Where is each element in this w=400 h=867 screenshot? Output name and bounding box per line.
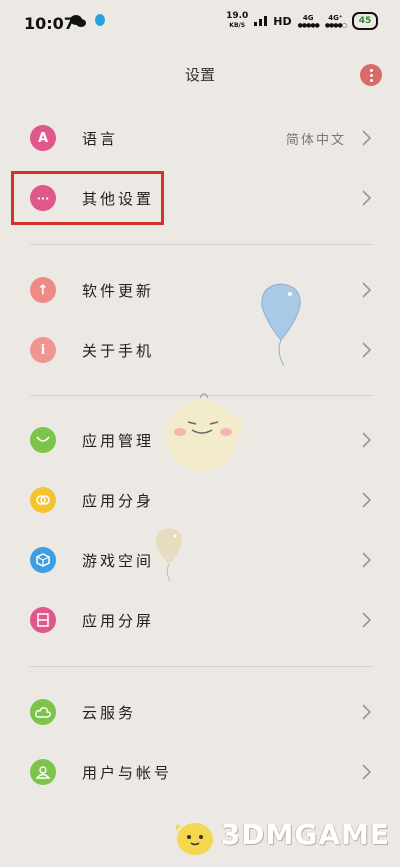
chevron-right-icon: [362, 764, 372, 780]
divider: [30, 666, 374, 667]
language-value: 简体中文: [285, 133, 346, 148]
item-label: 应用分屏: [82, 612, 155, 630]
network-speed-value: 19.0: [226, 11, 249, 21]
page-title: 设置: [184, 66, 215, 84]
balloon-blue-icon: [261, 283, 301, 367]
split-shape: [37, 613, 49, 627]
sim1-label: 4G: [302, 13, 314, 22]
clone-shape: [36, 495, 50, 505]
cloud-icon: [30, 699, 56, 725]
item-label: 用户与帐号: [82, 764, 173, 782]
chevron-right-icon: [362, 130, 372, 146]
network-speed-unit: KB/S: [229, 22, 246, 29]
settings-item-split-screen[interactable]: 应用分屏: [0, 590, 400, 650]
watermark: 3DMGAME: [171, 811, 390, 857]
item-label: 云服务: [82, 704, 137, 722]
battery-level: 45: [358, 16, 372, 26]
chevron-right-icon: [362, 612, 372, 628]
wifi-signal-icon: [254, 16, 268, 26]
notification-icons: [70, 14, 108, 28]
item-label: 游戏空间: [82, 552, 155, 570]
network-speed: 19.0 KB/S: [226, 12, 248, 30]
balloon-beige-icon: [155, 528, 183, 582]
chick-mascot-icon: [166, 393, 245, 472]
highlight-box: [11, 171, 164, 225]
more-dot-icon: [369, 73, 373, 77]
more-dot-icon: [369, 68, 373, 72]
chevron-right-icon: [362, 552, 372, 568]
item-label: 应用分身: [82, 492, 155, 510]
item-label: 关于手机: [82, 342, 155, 360]
watermark-text: 3DMGAME: [220, 817, 390, 851]
chevron-right-icon: [362, 432, 372, 448]
split-screen-icon: [30, 607, 56, 633]
sim1-signal: 4G ●●●●●: [297, 13, 320, 29]
info-icon: i: [30, 337, 56, 363]
game-space-icon: [30, 547, 56, 573]
settings-item-game-space[interactable]: 游戏空间: [0, 530, 400, 590]
sim2-signal-icon: ●●●●○: [324, 21, 347, 29]
sim2-signal: 4G⁺ ●●●●○: [324, 13, 347, 29]
more-dot-icon: [369, 78, 373, 82]
settings-item-language[interactable]: A 语言 简体中文: [0, 108, 400, 168]
chevron-right-icon: [362, 190, 372, 206]
divider: [30, 244, 374, 245]
sim1-signal-icon: ●●●●●: [297, 21, 320, 29]
settings-item-user-account[interactable]: 用户与帐号: [0, 742, 400, 802]
chick-mascot-icon: [175, 823, 213, 855]
battery-icon: 45: [352, 12, 378, 30]
settings-item-cloud-service[interactable]: 云服务: [0, 682, 400, 742]
qq-icon: [95, 14, 105, 26]
item-label: 应用管理: [82, 432, 155, 450]
chevron-right-icon: [362, 492, 372, 508]
item-label: 语言: [82, 130, 119, 148]
chevron-right-icon: [362, 342, 372, 358]
letter-a-icon: A: [30, 125, 56, 151]
chevron-right-icon: [362, 282, 372, 298]
app-manage-icon: [30, 427, 56, 453]
settings-item-about-phone[interactable]: i 关于手机: [0, 320, 400, 380]
item-label: 软件更新: [82, 282, 155, 300]
more-options-button[interactable]: [360, 64, 382, 86]
wechat-icon: [70, 15, 86, 27]
status-right: 19.0 KB/S HD 4G ●●●●● 4G⁺ ●●●●○ 45: [226, 12, 378, 30]
app-clone-icon: [30, 487, 56, 513]
status-time: 10:07: [24, 14, 75, 33]
hexagon-shape: [36, 553, 50, 567]
basket-shape: [36, 436, 50, 442]
user-shape: [36, 766, 50, 779]
status-bar: 10:07 19.0 KB/S HD 4G ●●●●● 4G⁺ ●●●●○ 45: [0, 0, 400, 44]
arrow-up-icon: ↑: [30, 277, 56, 303]
chevron-right-icon: [362, 704, 372, 720]
hd-indicator: HD: [273, 14, 292, 28]
settings-item-app-clone[interactable]: 应用分身: [0, 470, 400, 530]
settings-item-software-update[interactable]: ↑ 软件更新: [0, 260, 400, 320]
sim2-label: 4G⁺: [328, 13, 343, 22]
user-icon: [30, 759, 56, 785]
cloud-shape: [35, 706, 51, 718]
